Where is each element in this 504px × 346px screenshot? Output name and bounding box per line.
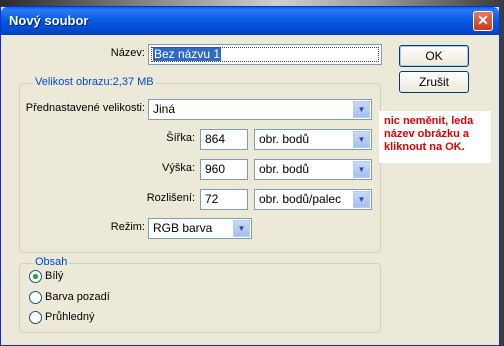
chevron-down-icon[interactable]: ▼ — [353, 131, 370, 148]
new-file-dialog: Nový soubor ✕ Název: Bez názvu 1 OK Zruš… — [0, 6, 500, 346]
width-label: Šířka: — [166, 132, 195, 144]
height-label: Výška: — [161, 162, 195, 174]
close-icon: ✕ — [477, 12, 489, 28]
height-unit-select[interactable]: obr. bodů ▼ — [254, 159, 372, 180]
height-input[interactable]: 960 — [200, 159, 248, 180]
radio-background-color-label: Barva pozadí — [45, 291, 110, 303]
width-input[interactable]: 864 — [200, 129, 248, 150]
ok-button[interactable]: OK — [399, 45, 469, 67]
instruction-note: nic neměnit, leda název obrázku a klikno… — [379, 111, 491, 163]
image-size-legend: Velikost obrazu:2,37 MB — [33, 76, 156, 88]
mode-label: Režim: — [110, 221, 145, 233]
name-label: Název: — [110, 47, 145, 59]
preset-select[interactable]: Jiná ▼ — [148, 99, 372, 120]
chevron-down-icon[interactable]: ▼ — [353, 161, 370, 178]
radio-selected-dot — [33, 274, 38, 279]
resolution-label: Rozlišení: — [146, 192, 195, 204]
radio-button[interactable] — [29, 270, 42, 283]
width-unit-value: obr. bodů — [259, 132, 310, 146]
title-bar[interactable]: Nový soubor ✕ — [1, 7, 499, 35]
width-unit-select[interactable]: obr. bodů ▼ — [254, 129, 372, 150]
chevron-down-icon[interactable]: ▼ — [233, 220, 250, 237]
radio-transparent-label: Průhledný — [45, 311, 95, 323]
radio-button[interactable] — [29, 291, 42, 304]
preset-value: Jiná — [153, 102, 176, 116]
name-input-value: Bez názvu 1 — [153, 47, 222, 61]
cancel-button[interactable]: Zrušit — [399, 71, 469, 93]
dialog-title: Nový soubor — [9, 13, 89, 28]
chevron-down-icon[interactable]: ▼ — [353, 191, 370, 208]
radio-button[interactable] — [29, 311, 42, 324]
resolution-unit-select[interactable]: obr. bodů/palec ▼ — [254, 189, 372, 210]
mode-select[interactable]: RGB barva ▼ — [148, 218, 252, 239]
name-input[interactable]: Bez názvu 1 — [148, 44, 382, 65]
radio-white-label: Bílý — [45, 270, 64, 282]
resolution-input[interactable]: 72 — [200, 189, 248, 210]
preset-label: Přednastavené velikosti: — [25, 102, 145, 114]
chevron-down-icon[interactable]: ▼ — [353, 101, 370, 118]
resolution-unit-value: obr. bodů/palec — [259, 192, 342, 206]
contents-legend: Obsah — [33, 256, 70, 268]
mode-value: RGB barva — [153, 221, 213, 235]
height-unit-value: obr. bodů — [259, 162, 310, 176]
close-button[interactable]: ✕ — [473, 11, 493, 31]
